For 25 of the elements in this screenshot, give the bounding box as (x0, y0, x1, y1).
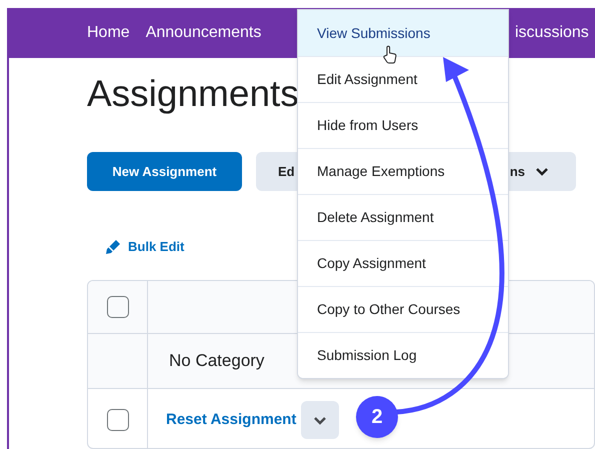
menu-item[interactable]: View Submissions (298, 10, 508, 56)
checkbox[interactable] (106, 296, 128, 318)
assignment-link[interactable]: Reset Assignment (166, 408, 296, 432)
page-title: Assignments (87, 72, 299, 116)
chevron-down-icon (313, 416, 328, 424)
menu-item[interactable]: Copy to Other Courses (298, 286, 508, 332)
bulk-edit-link[interactable]: Bulk Edit (128, 237, 184, 256)
checkbox[interactable] (106, 409, 128, 431)
new-assignment-button[interactable]: New Assignment (87, 152, 242, 191)
menu-item[interactable]: Copy Assignment (298, 240, 508, 286)
menu-item[interactable]: Hide from Users (298, 102, 508, 148)
chevron-down-icon (535, 167, 549, 176)
options-button[interactable] (301, 401, 340, 439)
menu-item[interactable]: Edit Assignment (298, 56, 508, 102)
nav-link[interactable]: Home (87, 21, 130, 45)
pencil-icon (105, 238, 122, 256)
menu-item[interactable]: Submission Log (298, 332, 508, 378)
button-text: Ed (278, 162, 295, 181)
button-text: ns (510, 162, 525, 181)
menu-item[interactable]: Manage Exemptions (298, 148, 508, 194)
menu-item[interactable]: Delete Assignment (298, 194, 508, 240)
nav-link[interactable]: iscussions (515, 21, 589, 45)
nav-link[interactable]: Announcements (146, 21, 262, 45)
hand-cursor-icon (382, 45, 398, 65)
category-label: No Category (169, 350, 264, 372)
